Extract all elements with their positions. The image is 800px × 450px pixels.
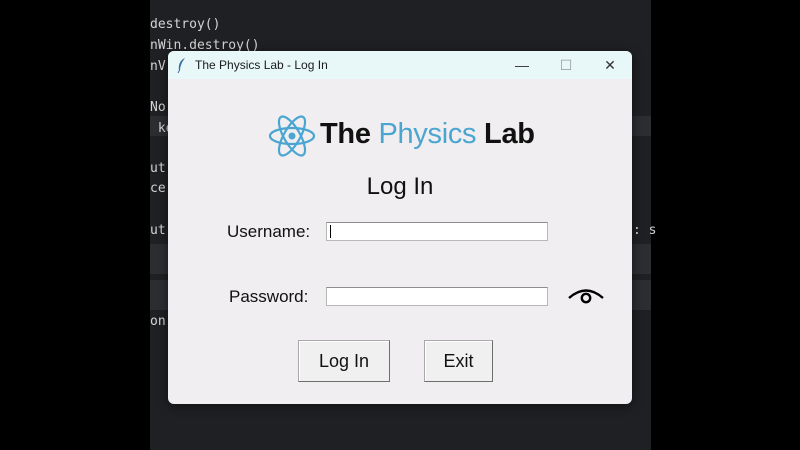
atom-icon bbox=[268, 115, 316, 157]
window-title: The Physics Lab - Log In bbox=[195, 58, 328, 72]
page-title: Log In bbox=[366, 173, 434, 200]
exit-button[interactable]: Exit bbox=[424, 340, 493, 382]
minimize-button[interactable]: — bbox=[500, 51, 544, 79]
password-label: Password: bbox=[229, 287, 309, 306]
logo-word-lab: Lab bbox=[484, 118, 535, 150]
title-bar[interactable]: The Physics Lab - Log In — ☐ ✕ bbox=[168, 51, 632, 79]
login-window: The Physics Lab - Log In — ☐ ✕ The Physi… bbox=[168, 51, 632, 404]
eye-icon[interactable] bbox=[568, 286, 604, 306]
logo-wordmark: The Physics Lab bbox=[320, 118, 535, 151]
login-button[interactable]: Log In bbox=[298, 340, 390, 382]
code-line: ce bbox=[150, 181, 166, 196]
feather-icon bbox=[177, 58, 185, 73]
code-line: ut bbox=[150, 161, 166, 176]
text-cursor bbox=[330, 225, 331, 238]
username-input[interactable] bbox=[326, 222, 548, 241]
username-label: Username: bbox=[227, 222, 311, 241]
code-line: No bbox=[150, 100, 166, 115]
password-input[interactable] bbox=[326, 287, 548, 306]
close-button[interactable]: ✕ bbox=[588, 51, 632, 79]
maximize-button[interactable]: ☐ bbox=[544, 51, 588, 79]
code-line: ut bbox=[150, 223, 166, 238]
code-fragment: : s bbox=[633, 223, 657, 238]
code-line: destroy() bbox=[150, 17, 221, 32]
logo-word-the: The bbox=[320, 118, 371, 150]
logo-word-physics: Physics bbox=[378, 118, 477, 150]
code-line: nV bbox=[150, 59, 166, 74]
